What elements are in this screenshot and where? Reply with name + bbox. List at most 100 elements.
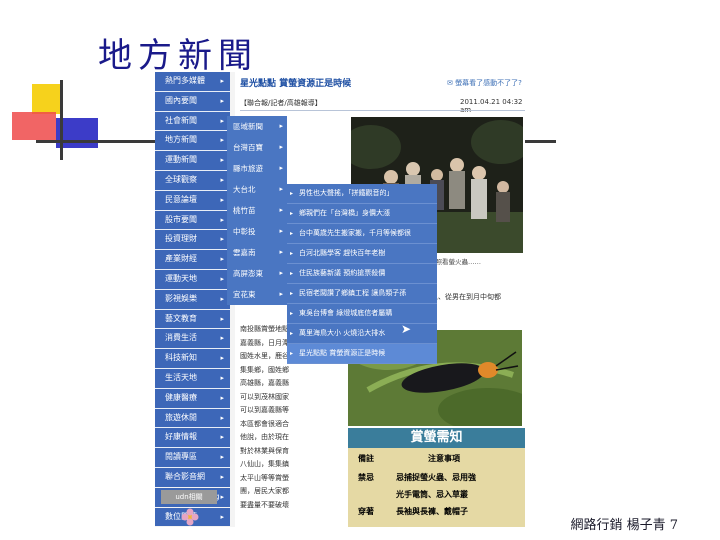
sidebar-item[interactable]: 國內要聞 ▸ xyxy=(155,91,230,111)
sidebar-item-label: 科技新知 xyxy=(165,353,197,363)
sidebar-item-label: 社會新聞 xyxy=(165,115,197,125)
sidebar-item[interactable]: 消費生活 ▸ xyxy=(155,329,230,349)
deco-vertical-line xyxy=(60,80,63,160)
sidebar-item[interactable]: 全球觀察 ▸ xyxy=(155,170,230,190)
sidebar-item-label: 熱門多媒體 xyxy=(165,76,205,85)
menu-level2-label: 星光點點 賞螢資源正是時候 xyxy=(299,349,386,357)
sidebar-item-label: 消費生活 xyxy=(165,333,197,343)
article-body-line: 高雄縣，嘉義縣 xyxy=(240,379,289,387)
sidebar-item-label: 投資理財 xyxy=(165,234,197,244)
body-right-text: 人、從男在到月中旬都 xyxy=(431,293,501,301)
menu-level1-item[interactable]: 高屏澎東 ▸ xyxy=(227,263,287,284)
menu-level1-label: 高屏澎東 xyxy=(233,269,263,278)
sidebar-item-label: 影視娛樂 xyxy=(165,293,197,303)
sidebar-item[interactable]: 民意論壇 ▸ xyxy=(155,190,230,210)
sidebar-item[interactable]: 科技新知 ▸ xyxy=(155,349,230,368)
chevron-right-icon: ▸ xyxy=(279,164,283,172)
chevron-right-icon: ▸ xyxy=(220,433,224,442)
table-row-value: 長袖與長褲、戴帽子 xyxy=(396,507,468,516)
menu-level1-item[interactable]: 大台北 ▸ xyxy=(227,179,287,200)
chevron-right-icon: ▸ xyxy=(279,206,283,214)
chevron-right-icon: ▸ xyxy=(279,143,283,151)
menu-level2-item[interactable]: ▸ 住民族藝新議 預約搶票殺價 xyxy=(287,264,437,284)
menu-level2-item[interactable]: ▸ 萬里海鳥大小 火燒沿大排水 xyxy=(287,324,437,344)
chevron-right-icon: ▸ xyxy=(220,255,224,264)
sidebar-item[interactable]: 社會新聞 ▸ xyxy=(155,111,230,131)
chevron-right-icon: ▸ xyxy=(220,294,224,303)
chevron-right-icon: ▸ xyxy=(220,175,224,184)
table-row-value: 忌捕捉螢火蟲、忌用強 xyxy=(396,473,476,482)
article-title[interactable]: 星光點點 賞螢資源正是時候 xyxy=(240,76,351,89)
table-row-key: 穿著 xyxy=(358,507,374,516)
menu-level2-item[interactable]: ▸ 男性也大聲搖，「拼鐵觀音的」 xyxy=(287,184,437,204)
sidebar-item[interactable]: 運動天地 ▸ xyxy=(155,269,230,289)
menu-level2: ▸ 男性也大聲搖，「拼鐵觀音的」 ▸ 鄉親們在「台灣橋」身價大漲 ▸ 台中萬歲先生搬家搬，… xyxy=(287,184,437,364)
flower-logo-icon xyxy=(181,508,199,526)
menu-level1-label: 縣市旅遊 xyxy=(233,164,263,173)
menu-level2-item[interactable]: ▸ 鄉親們在「台灣橋」身價大漲 xyxy=(287,204,437,224)
chevron-right-icon: ▸ xyxy=(220,492,224,501)
sidebar-item[interactable]: 旅遊休閒 ▸ xyxy=(155,408,230,428)
menu-level2-label: 住民族藝新議 預約搶票殺價 xyxy=(299,269,386,277)
menu-level1-item[interactable]: 宜花東 ▸ xyxy=(227,284,287,305)
sidebar-item[interactable]: 投資理財 ▸ xyxy=(155,230,230,250)
envelope-icon: ✉ xyxy=(447,79,453,87)
udn-related-label[interactable]: udn相關 xyxy=(161,490,217,504)
chevron-right-icon: ▸ xyxy=(220,472,224,481)
article-timestamp: 2011.04.21 04:32 am xyxy=(460,98,523,114)
divider xyxy=(240,110,525,111)
chevron-right-icon: ▸ xyxy=(279,248,283,256)
chevron-right-icon: ▸ xyxy=(279,185,283,193)
share-link-text: 螢幕看了感動不了了? xyxy=(455,79,522,87)
sidebar-item[interactable]: 生活天地 ▸ xyxy=(155,368,230,388)
chevron-right-icon: ▸ xyxy=(220,156,224,165)
sidebar-item[interactable]: 閱讀專區 ▸ xyxy=(155,448,230,467)
sidebar-item[interactable]: 藝文教育 ▸ xyxy=(155,309,230,329)
sidebar-item[interactable]: 運動新聞 ▸ xyxy=(155,151,230,170)
share-link[interactable]: ✉ 螢幕看了感動不了了? xyxy=(447,78,522,88)
menu-level1-label: 區域新聞 xyxy=(233,122,263,131)
menu-level2-item[interactable]: ▸ 東吳台博會 綠燈城底信者屬購 xyxy=(287,304,437,324)
chevron-right-icon: ▸ xyxy=(279,290,283,298)
menu-level2-label: 萬里海鳥大小 火燒沿大排水 xyxy=(299,329,386,337)
table-row-key: 禁忌 xyxy=(358,473,374,482)
bullet-arrow-icon: ▸ xyxy=(290,210,294,217)
menu-level1-item[interactable]: 區域新聞 ▸ xyxy=(227,116,287,137)
menu-level1-label: 台灣百寶 xyxy=(233,143,263,152)
sidebar-item[interactable]: 地方新聞 ▸ xyxy=(155,131,230,151)
sidebar-item[interactable]: 影視娛樂 ▸ xyxy=(155,289,230,309)
article-body-line: 團，居民大家都 xyxy=(240,487,289,495)
sidebar-item[interactable]: 產業財經 ▸ xyxy=(155,250,230,269)
news-site-screenshot: 熱門多媒體 ▸ 國內要聞 ▸ 社會新聞 ▸ 地方新聞 ▸ 運動新聞 ▸ 全球觀察 ▸ 民意論壇 ▸ 股市要聞… xyxy=(155,72,525,527)
article-body-line: 要盡量不要破壞 xyxy=(240,500,289,509)
sidebar-item[interactable]: 健康醫療 ▸ xyxy=(155,388,230,408)
sidebar-item[interactable]: 熱門多媒體 ▸ xyxy=(155,72,230,91)
dropdown-menu: 區域新聞 ▸ 台灣百寶 ▸ 縣市旅遊 ▸ 大台北 ▸ 桃竹苗 ▸ 中彰投 ▸ 雲嘉南 ▸ 高屏澎東 ▸ 宜花東 ▸… xyxy=(227,116,437,364)
menu-level1-item[interactable]: 縣市旅遊 ▸ xyxy=(227,158,287,179)
menu-level2-label: 鄉親們在「台灣橋」身價大漲 xyxy=(299,209,390,217)
menu-level2-item[interactable]: ▸ 台中萬歲先生搬家搬，千月等候都很 xyxy=(287,224,437,244)
chevron-right-icon: ▸ xyxy=(220,393,224,402)
article-body-line: 集集鄉，國姓鄉 xyxy=(240,365,289,374)
menu-level1-item[interactable]: 雲嘉南 ▸ xyxy=(227,242,287,263)
sidebar-item[interactable]: 好康情報 ▸ xyxy=(155,428,230,448)
sidebar-item[interactable]: 聯合影音網 ▸ xyxy=(155,467,230,487)
menu-level2-item[interactable]: ▸ 星光點點 賞螢資源正是時候 xyxy=(287,344,437,364)
menu-level1-item[interactable]: 桃竹苗 ▸ xyxy=(227,200,287,221)
table-title: 賞螢需知 xyxy=(348,428,525,448)
menu-level2-label: 民宿老闆讚了鄉鎮工程 讓鳥類子孫 xyxy=(299,289,407,297)
menu-level1-item[interactable]: 中彰投 ▸ xyxy=(227,221,287,242)
menu-level1-label: 宜花東 xyxy=(233,290,256,299)
firefly-info-table: 賞螢需知 備註 注意事項 禁忌 忌捕捉螢火蟲、忌用強 光手電筒、忌入草叢 穿著 長袖與長… xyxy=(348,428,525,527)
menu-level2-item[interactable]: ▸ 白河北縣學客 趕快百年老樹 xyxy=(287,244,437,264)
bullet-arrow-icon: ▸ xyxy=(290,290,294,297)
slide-footer: 網路行銷 楊子青 7 xyxy=(570,518,678,533)
chevron-right-icon: ▸ xyxy=(220,413,224,422)
chevron-right-icon: ▸ xyxy=(279,269,283,277)
article-body-line: 可以到茂林國家 xyxy=(240,392,289,401)
menu-level2-item[interactable]: ▸ 民宿老闆讚了鄉鎮工程 讓鳥類子孫 xyxy=(287,284,437,304)
sidebar-item[interactable]: 股市要聞 ▸ xyxy=(155,210,230,230)
sidebar-item-label: 藝文教育 xyxy=(165,313,197,323)
menu-level1-item[interactable]: 台灣百寶 ▸ xyxy=(227,137,287,158)
menu-level1-label: 大台北 xyxy=(233,185,256,194)
